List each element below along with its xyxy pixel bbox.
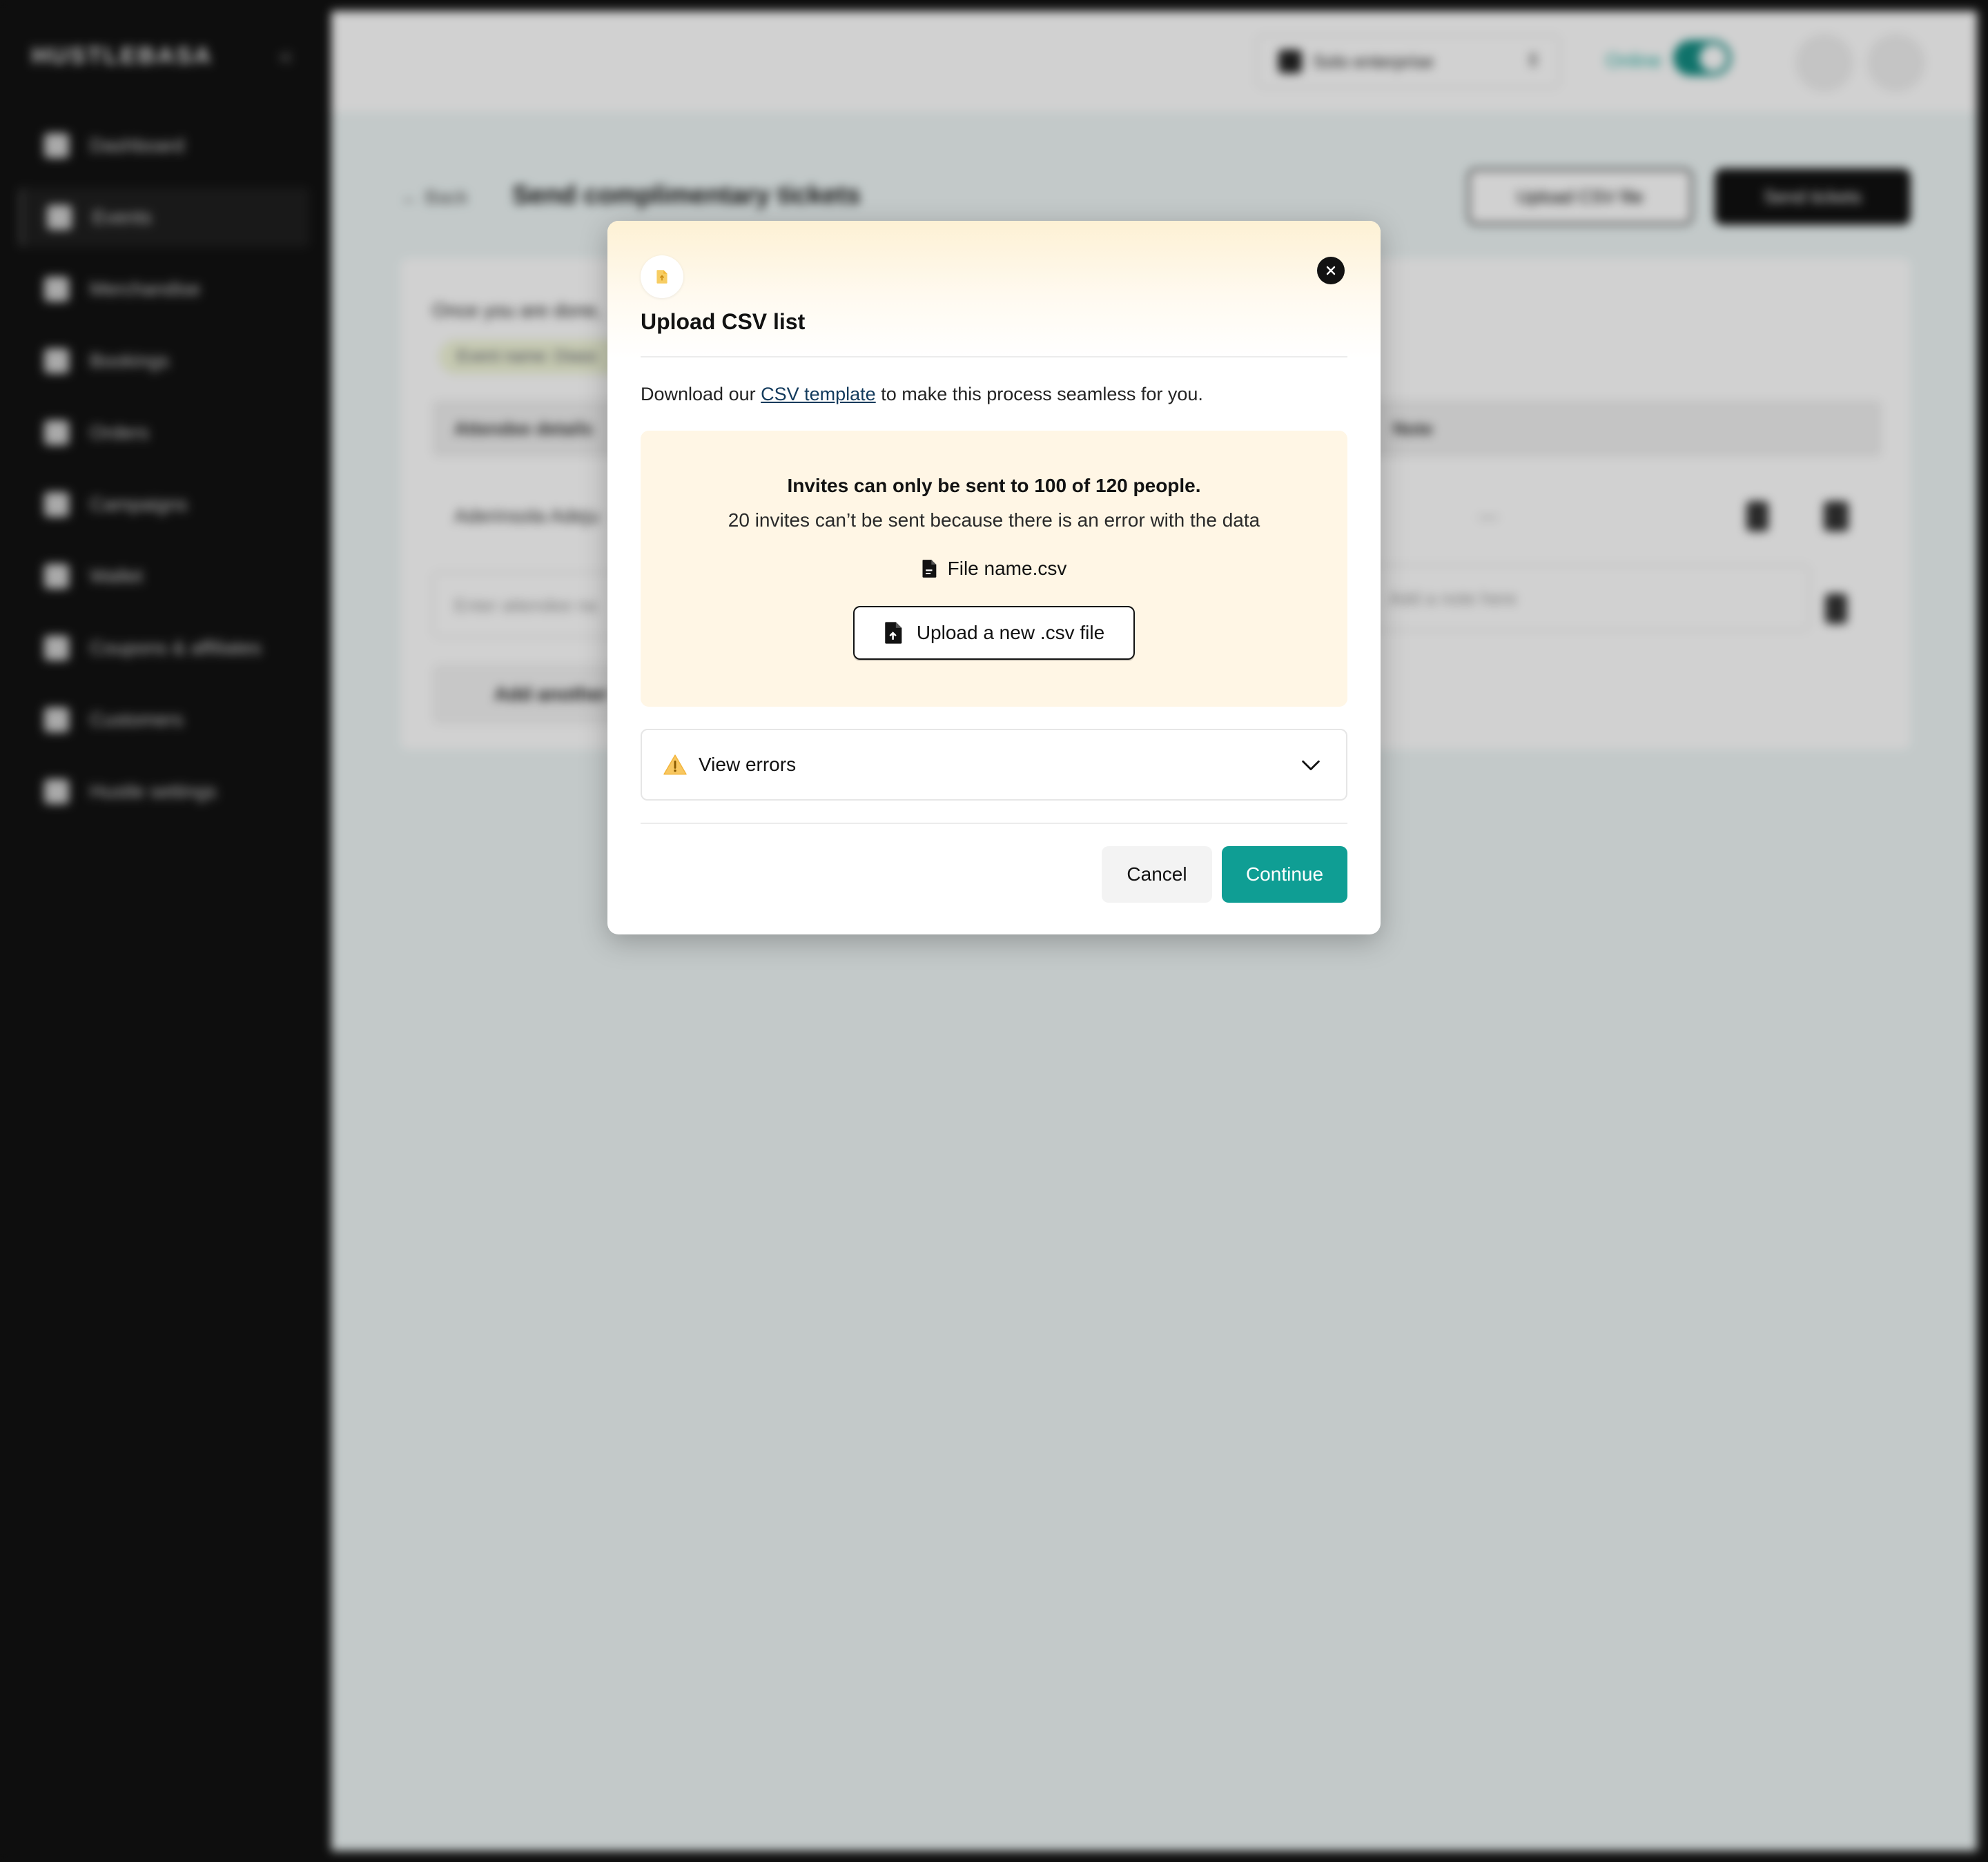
upload-warning-panel: Invites can only be sent to 100 of 120 p… <box>641 431 1347 707</box>
intro-text: Download our CSV template to make this p… <box>641 384 1203 405</box>
warning-subtext: 20 invites can’t be sent because there i… <box>728 509 1260 531</box>
csv-template-link[interactable]: CSV template <box>761 384 876 404</box>
file-name: File name.csv <box>947 558 1067 579</box>
intro-text-before: Download our <box>641 384 761 404</box>
warning-heading: Invites can only be sent to 100 of 120 p… <box>787 475 1201 496</box>
file-upload-icon <box>641 255 683 298</box>
close-modal-button[interactable] <box>1317 257 1345 284</box>
modal-title: Upload CSV list <box>641 309 806 334</box>
uploaded-file: File name.csv <box>641 558 1347 580</box>
intro-text-after: to make this process seamless for you. <box>875 384 1203 404</box>
file-upload-icon <box>885 622 902 644</box>
upload-new-csv-button[interactable]: Upload a new .csv file <box>853 606 1135 660</box>
footer-divider <box>641 823 1347 824</box>
upload-new-csv-label: Upload a new .csv file <box>916 622 1105 643</box>
continue-button[interactable]: Continue <box>1222 846 1347 903</box>
csv-file-icon <box>922 560 936 578</box>
close-icon <box>1326 266 1336 275</box>
modal-header <box>607 221 1381 359</box>
upload-csv-modal: Upload CSV list Download our CSV templat… <box>607 221 1381 934</box>
cancel-button[interactable]: Cancel <box>1102 846 1212 903</box>
header-divider <box>641 356 1347 357</box>
chevron-down-icon <box>1302 760 1320 771</box>
warning-icon <box>663 754 687 775</box>
view-errors-accordion[interactable]: View errors <box>641 729 1347 801</box>
view-errors-label: View errors <box>699 754 797 775</box>
